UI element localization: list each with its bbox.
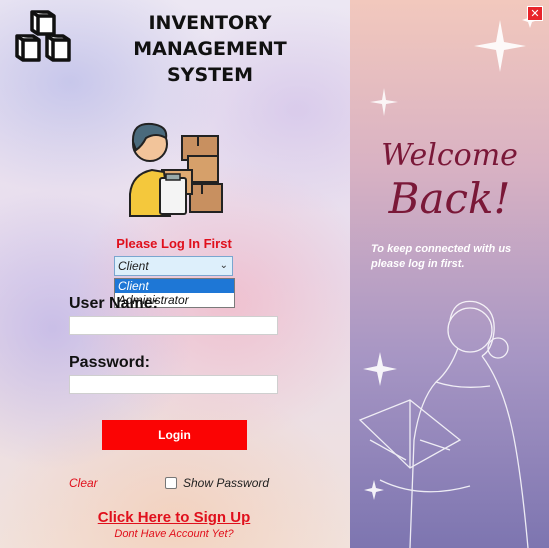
chevron-down-icon[interactable]: ⌄ (220, 257, 228, 275)
close-button[interactable]: ✕ (527, 6, 543, 21)
app-title: INVENTORY MANAGEMENT SYSTEM (90, 10, 330, 88)
login-panel: INVENTORY MANAGEMENT SYSTEM Please Log I… (0, 0, 350, 548)
role-select[interactable]: Client ⌄ (114, 256, 233, 276)
username-field[interactable] (69, 316, 278, 335)
login-prompt: Please Log In First (116, 236, 232, 251)
role-select-value: Client (118, 259, 149, 273)
show-password-label[interactable]: Show Password (183, 476, 269, 490)
password-field[interactable] (69, 375, 278, 394)
username-label: User Name: (69, 295, 158, 312)
welcome-heading: Welcome (381, 138, 518, 173)
back-heading: Back! (388, 174, 511, 223)
app-title-line2: MANAGEMENT SYSTEM (133, 38, 287, 86)
sparkle-icon (370, 12, 538, 116)
login-button[interactable]: Login (102, 420, 247, 450)
girl-reading-illustration (358, 300, 529, 548)
password-label: Password: (69, 354, 150, 371)
app-title-line1: INVENTORY (148, 12, 272, 34)
welcome-panel: Welcome Back! To keep connected with us … (350, 0, 549, 548)
clear-link[interactable]: Clear (69, 476, 98, 490)
close-icon[interactable]: ✕ (530, 7, 539, 20)
welcome-message: To keep connected with us please log in … (371, 243, 512, 270)
no-account-text: Dont Have Account Yet? (114, 528, 234, 540)
signup-link[interactable]: Click Here to Sign Up (60, 509, 288, 526)
show-password-checkbox[interactable] (165, 477, 177, 489)
boxes-logo-icon (15, 10, 71, 62)
role-option-client[interactable]: Client (115, 279, 234, 293)
person-with-boxes-illustration (129, 122, 223, 217)
